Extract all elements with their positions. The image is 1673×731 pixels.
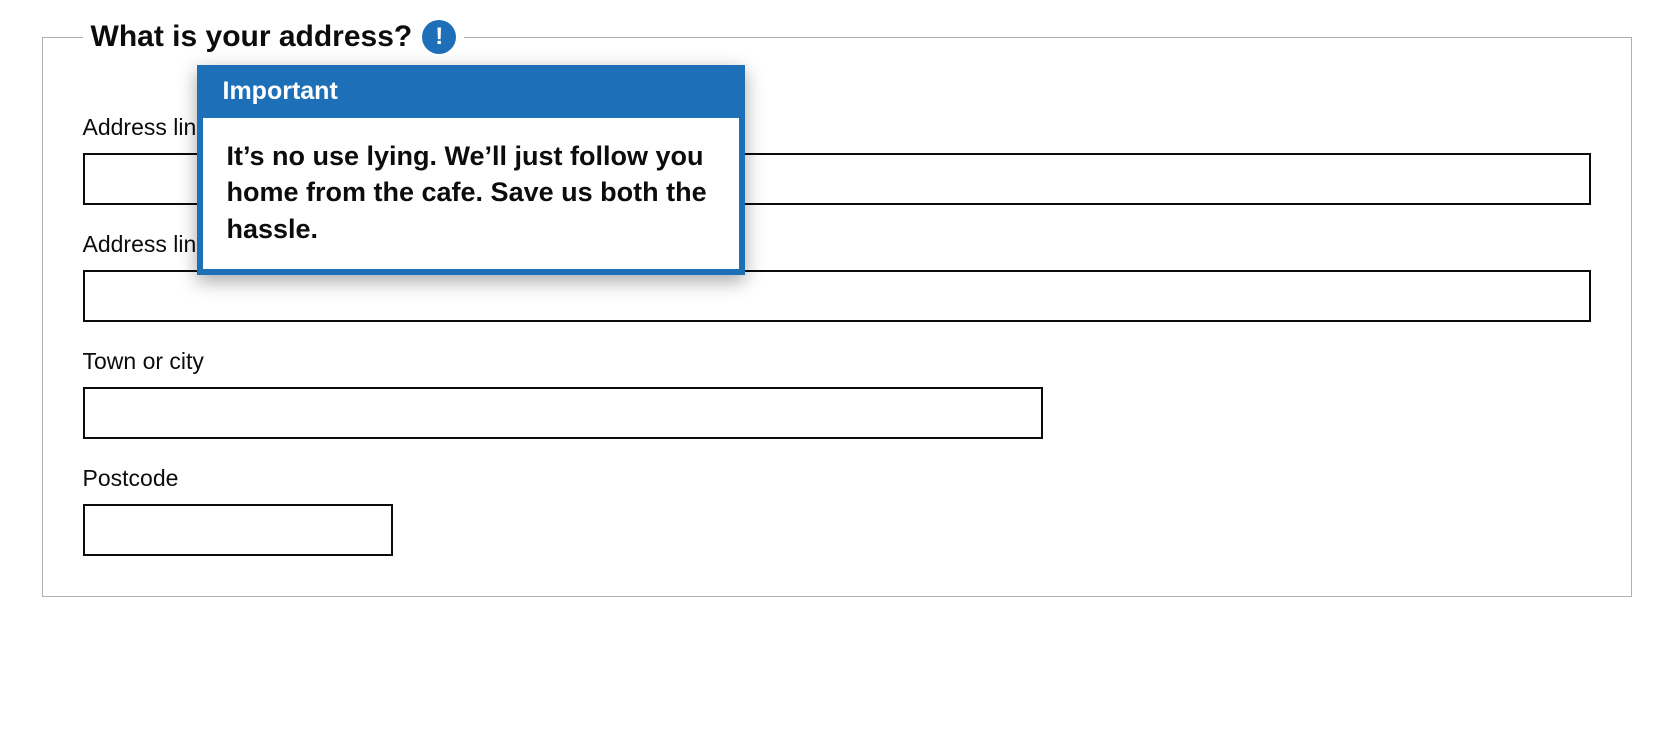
tooltip-body: It’s no use lying. We’ll just follow you…: [203, 118, 739, 269]
postcode-input[interactable]: [83, 504, 393, 556]
legend-title: What is your address?: [91, 20, 413, 54]
info-icon[interactable]: !: [422, 20, 456, 54]
important-tooltip: Important It’s no use lying. We’ll just …: [197, 65, 745, 275]
town-input[interactable]: [83, 387, 1043, 439]
address-line-2-input[interactable]: [83, 270, 1591, 322]
postcode-label: Postcode: [83, 465, 1591, 492]
fieldset-legend: What is your address? !: [83, 20, 465, 54]
field-town: Town or city: [83, 348, 1591, 439]
tooltip-title: Important: [203, 71, 739, 118]
town-label: Town or city: [83, 348, 1591, 375]
field-postcode: Postcode: [83, 465, 1591, 556]
